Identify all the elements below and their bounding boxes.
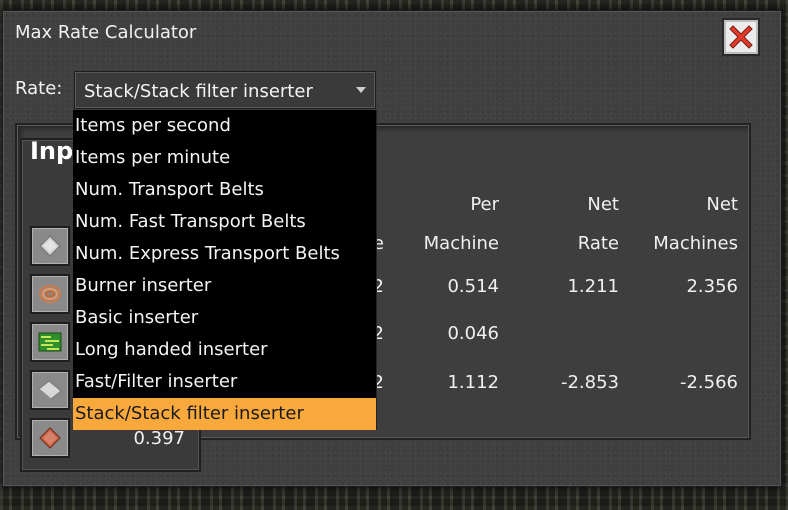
item-slot-electronic-circuit[interactable] (30, 322, 70, 362)
row1-per-machine: 0.514 (447, 276, 499, 297)
copper-plate-icon (39, 427, 61, 449)
header-per-machine-line1: Per (470, 194, 499, 215)
option-num-transport-belts[interactable]: Num. Transport Belts (73, 174, 376, 206)
inputs-heading: Inp (30, 137, 74, 165)
close-icon (729, 25, 753, 49)
close-button[interactable] (722, 18, 760, 56)
window-title: Max Rate Calculator (15, 22, 197, 43)
option-stack-filter-inserter[interactable]: Stack/Stack filter inserter (73, 398, 376, 430)
row3-net-rate: -2.853 (560, 372, 619, 393)
item-slot-copper-cable[interactable] (30, 274, 70, 314)
row2-per-machine: 0.046 (447, 323, 499, 344)
option-long-handed-inserter[interactable]: Long handed inserter (73, 334, 376, 366)
rate-select-value: Stack/Stack filter inserter (84, 81, 313, 102)
iron-plate-icon (39, 235, 61, 257)
header-net-rate-line2: Rate (577, 233, 619, 254)
row3-net-machines: -2.566 (679, 372, 738, 393)
item-slot-copper-plate[interactable] (30, 418, 70, 458)
copper-plate-rate: 0.397 (133, 428, 185, 449)
steel-plate-icon (38, 380, 62, 401)
option-fast-filter-inserter[interactable]: Fast/Filter inserter (73, 366, 376, 398)
option-num-fast-transport-belts[interactable]: Num. Fast Transport Belts (73, 206, 376, 238)
rate-select[interactable]: Stack/Stack filter inserter (74, 71, 376, 109)
rate-dropdown-list: Items per second Items per minute Num. T… (73, 110, 377, 430)
header-net-rate-line1: Net (587, 194, 619, 215)
copper-cable-icon (39, 285, 61, 303)
option-items-per-second[interactable]: Items per second (73, 110, 376, 142)
option-burner-inserter[interactable]: Burner inserter (73, 270, 376, 302)
header-net-machines-line1: Net (706, 194, 738, 215)
row3-per-machine: 1.112 (447, 372, 499, 393)
electronic-circuit-icon (38, 332, 62, 352)
row1-net-machines: 2.356 (686, 276, 738, 297)
option-num-express-transport-belts[interactable]: Num. Express Transport Belts (73, 238, 376, 270)
option-basic-inserter[interactable]: Basic inserter (73, 302, 376, 334)
item-slot-iron-plate[interactable] (30, 226, 70, 266)
item-slot-steel-plate[interactable] (30, 370, 70, 410)
chevron-down-icon (356, 87, 366, 93)
row1-net-rate: 1.211 (567, 276, 619, 297)
option-items-per-minute[interactable]: Items per minute (73, 142, 376, 174)
header-net-machines-line2: Machines (653, 233, 738, 254)
rate-label: Rate: (15, 78, 63, 99)
header-per-machine-line2: Machine (423, 233, 499, 254)
